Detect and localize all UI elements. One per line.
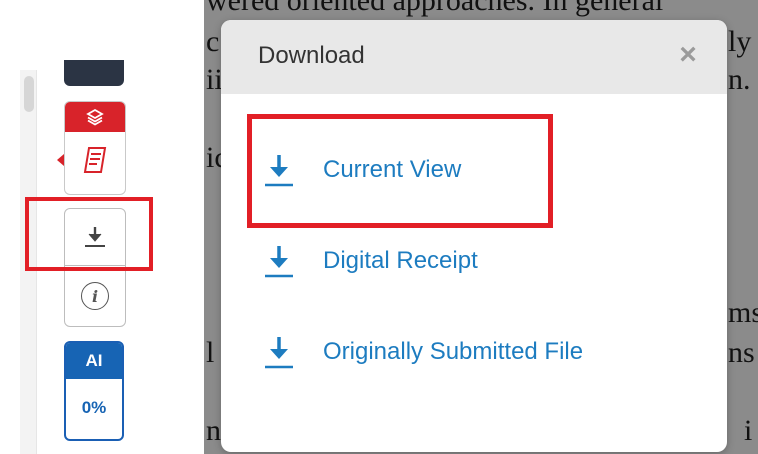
document-icon <box>83 147 107 173</box>
doc-line: n. <box>728 63 751 96</box>
dialog-title: Download <box>258 42 365 69</box>
doc-line: ns <box>728 336 755 369</box>
option-label: Digital Receipt <box>323 247 478 274</box>
sidebar-highlight-box <box>25 197 153 271</box>
doc-line: l <box>206 336 215 369</box>
doc-line: c <box>206 25 220 58</box>
layers-icon <box>86 108 104 126</box>
doc-line: i <box>744 414 753 447</box>
download-icon <box>263 241 297 281</box>
download-dialog: Download × Current View Digital Receipt <box>221 20 727 452</box>
doc-line: ms <box>728 296 758 329</box>
ai-score-value: 0% <box>81 398 107 417</box>
option-label: Originally Submitted File <box>323 338 584 365</box>
sidebar-scrollbar-thumb[interactable] <box>24 76 34 112</box>
doc-line: wered oriented approaches. In general <box>206 0 664 17</box>
ai-label: AI <box>66 343 122 379</box>
download-option-digital-receipt[interactable]: Digital Receipt <box>263 239 478 283</box>
doc-line: n <box>206 414 221 447</box>
layers-header <box>65 102 125 132</box>
dialog-header: Download × <box>221 20 727 94</box>
ai-score-button[interactable]: AI 0% <box>64 341 124 441</box>
left-sidebar: i AI 0% <box>0 0 204 454</box>
info-icon: i <box>81 282 109 310</box>
doc-line: ly <box>728 25 752 58</box>
layers-panel-button[interactable] <box>64 101 126 195</box>
download-option-original-file[interactable]: Originally Submitted File <box>263 330 583 374</box>
download-icon <box>263 332 297 372</box>
current-view-highlight-box <box>247 114 553 228</box>
active-pointer <box>57 154 64 166</box>
close-icon[interactable]: × <box>673 38 703 72</box>
sidebar-dark-button[interactable] <box>64 60 124 86</box>
sidebar-info-button[interactable]: i <box>64 265 126 327</box>
